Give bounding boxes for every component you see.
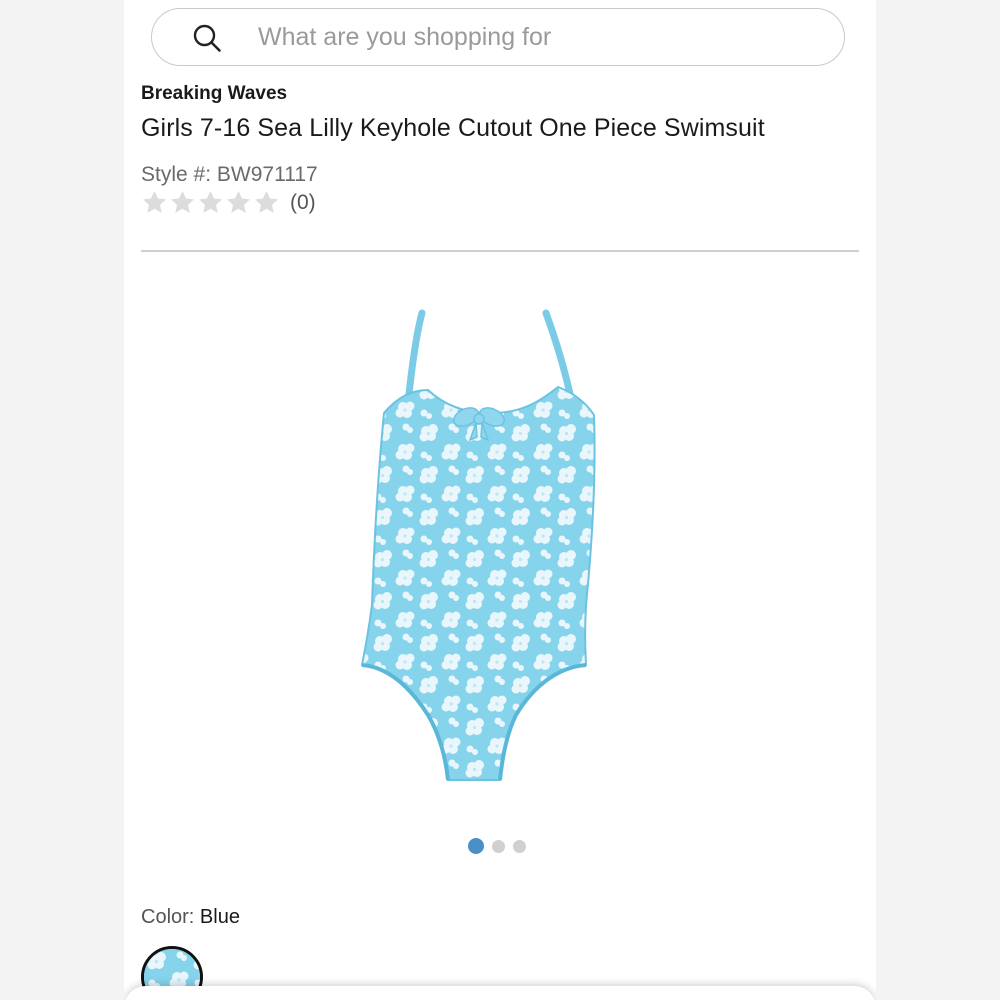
- rating-stars: [141, 189, 280, 216]
- gallery-dot-3[interactable]: [513, 839, 526, 853]
- rating[interactable]: (0): [141, 189, 316, 216]
- style-label: Style #:: [141, 163, 212, 186]
- style-number: Style #: BW971117: [141, 163, 318, 187]
- star-icon: [171, 191, 194, 213]
- product-page: Breaking Waves Girls 7-16 Sea Lilly Keyh…: [124, 0, 876, 1000]
- star-icon: [199, 191, 222, 213]
- color-label: Color:: [141, 906, 195, 928]
- star-icon: [227, 191, 250, 213]
- search-input[interactable]: [258, 19, 818, 55]
- search-icon[interactable]: [192, 23, 222, 53]
- bottom-sheet[interactable]: [124, 986, 876, 1000]
- color-value: Blue: [199, 906, 240, 928]
- color-selection: Color: Blue: [141, 906, 240, 929]
- star-icon: [143, 191, 166, 213]
- search-bar[interactable]: [151, 8, 845, 66]
- brand-name[interactable]: Breaking Waves: [141, 80, 287, 104]
- swimsuit-image[interactable]: [324, 295, 664, 790]
- gallery-dot-1[interactable]: [468, 838, 484, 854]
- divider: [141, 250, 859, 252]
- star-icon: [255, 191, 278, 213]
- rating-count[interactable]: (0): [290, 191, 316, 215]
- gallery-dots: [468, 838, 526, 854]
- style-value: BW971117: [216, 163, 318, 186]
- gallery-dot-2[interactable]: [492, 839, 505, 853]
- product-title: Girls 7-16 Sea Lilly Keyhole Cutout One …: [141, 114, 765, 142]
